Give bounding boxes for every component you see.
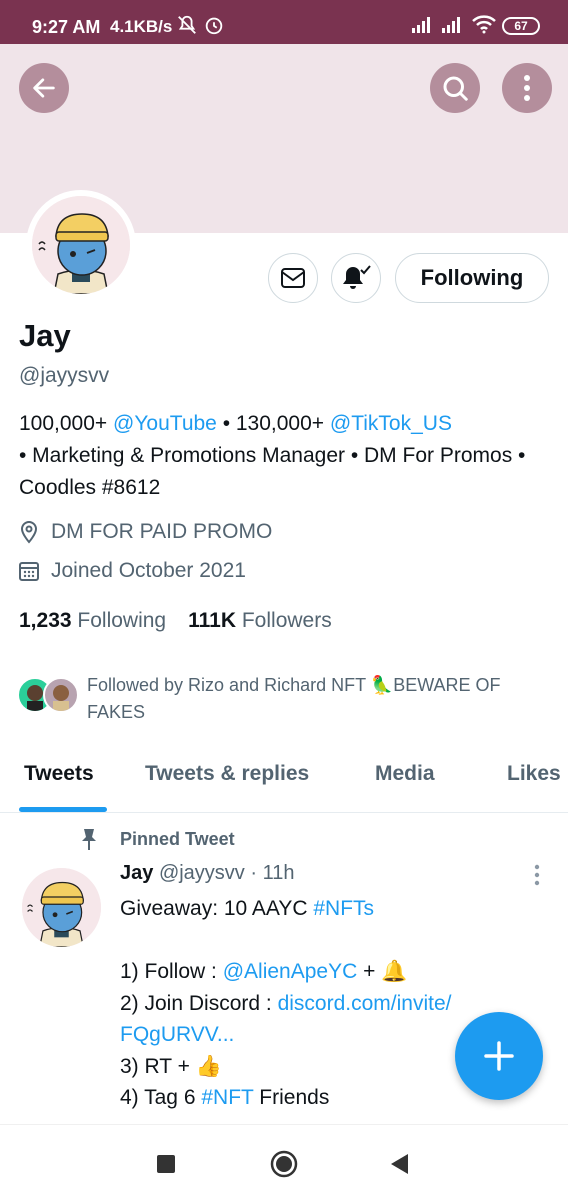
search-icon bbox=[443, 76, 468, 101]
mention-link[interactable]: @AlienApeYC bbox=[223, 960, 358, 983]
status-time: 9:27 AM bbox=[32, 17, 101, 37]
network-speed: 4.1KB/s bbox=[110, 17, 173, 36]
system-nav-bar bbox=[0, 1124, 568, 1200]
mute-icon bbox=[176, 14, 198, 41]
profile-tabs: Tweets Tweets & replies Media Likes bbox=[0, 752, 568, 813]
tweet-more-button[interactable] bbox=[534, 864, 540, 891]
tab-likes[interactable]: Likes bbox=[507, 762, 561, 786]
bio-text: • 130,000+ bbox=[216, 412, 330, 435]
tab-tweets[interactable]: Tweets bbox=[24, 762, 94, 786]
location-pin-icon bbox=[20, 520, 38, 544]
home-circle-icon bbox=[270, 1150, 298, 1178]
pinned-label: Pinned Tweet bbox=[78, 827, 235, 851]
plus-icon bbox=[484, 1041, 514, 1071]
more-options-button[interactable] bbox=[502, 63, 552, 113]
profile-name: Jay bbox=[19, 318, 71, 353]
hashtag-link[interactable]: #NFT bbox=[201, 1086, 253, 1109]
compose-tweet-button[interactable] bbox=[455, 1012, 543, 1100]
signal-icon bbox=[410, 14, 434, 39]
status-bar: 9:27 AM 4.1KB/s 67 bbox=[0, 0, 568, 44]
search-button[interactable] bbox=[430, 63, 480, 113]
calendar-icon bbox=[19, 562, 39, 581]
tweet-author[interactable]: Jay bbox=[120, 862, 153, 884]
recents-button[interactable] bbox=[156, 1154, 176, 1179]
profile-location: DM FOR PAID PROMO bbox=[19, 520, 272, 544]
profile-joined: Joined October 2021 bbox=[19, 559, 246, 583]
bio-text: 100,000+ bbox=[19, 412, 114, 435]
location-text: DM FOR PAID PROMO bbox=[51, 520, 273, 543]
message-button[interactable] bbox=[268, 253, 318, 303]
youtube-mention-link[interactable]: @YouTube bbox=[113, 412, 217, 435]
tiktok-mention-link[interactable]: @TikTok_US bbox=[330, 412, 452, 435]
battery-icon: 67 bbox=[502, 17, 540, 35]
avatar-illustration bbox=[32, 196, 130, 294]
followers-count-link[interactable]: 111K Followers bbox=[188, 609, 332, 632]
tweet-avatar[interactable] bbox=[22, 868, 101, 947]
following-count-link[interactable]: 1,233 Following bbox=[19, 609, 166, 632]
follow-counts: 1,233 Following 111K Followers bbox=[19, 609, 332, 633]
profile-handle: @jayysvv bbox=[19, 364, 110, 387]
more-vertical-icon bbox=[524, 75, 530, 101]
triangle-back-icon bbox=[391, 1154, 408, 1174]
profile-avatar[interactable] bbox=[26, 190, 136, 300]
bell-check-icon bbox=[343, 265, 371, 289]
joined-text: Joined October 2021 bbox=[51, 559, 246, 582]
signal-icon bbox=[440, 14, 464, 39]
active-tab-indicator bbox=[19, 807, 107, 812]
home-button[interactable] bbox=[269, 1149, 299, 1184]
alarm-icon bbox=[203, 14, 225, 41]
discord-link-continued[interactable]: FQgURVV... bbox=[120, 1023, 234, 1046]
pin-icon bbox=[82, 829, 96, 850]
tab-tweets-replies[interactable]: Tweets & replies bbox=[145, 762, 309, 786]
tab-media[interactable]: Media bbox=[375, 762, 435, 786]
back-button[interactable] bbox=[19, 63, 69, 113]
tweet-header: Jay @jayysvv · 11h bbox=[120, 862, 294, 885]
discord-link[interactable]: discord.com/invite/ bbox=[278, 992, 452, 1015]
wifi-icon bbox=[471, 14, 497, 39]
avatar[interactable] bbox=[43, 677, 79, 713]
notifications-button[interactable] bbox=[331, 253, 381, 303]
hashtag-link[interactable]: #NFTs bbox=[313, 897, 374, 920]
square-icon bbox=[157, 1155, 175, 1173]
back-nav-button[interactable] bbox=[389, 1152, 409, 1181]
mail-icon bbox=[281, 268, 305, 288]
arrow-left-icon bbox=[33, 78, 55, 98]
tweet-meta: @jayysvv · 11h bbox=[158, 862, 295, 884]
following-button[interactable]: Following bbox=[395, 253, 549, 303]
bio-text: • Marketing & Promotions Manager • DM Fo… bbox=[19, 444, 526, 499]
followed-by-text[interactable]: Followed by Rizo and Richard NFT 🦜BEWARE… bbox=[87, 672, 557, 726]
more-vertical-icon bbox=[534, 864, 540, 886]
profile-bio: 100,000+ @YouTube • 130,000+ @TikTok_US •… bbox=[19, 408, 549, 504]
